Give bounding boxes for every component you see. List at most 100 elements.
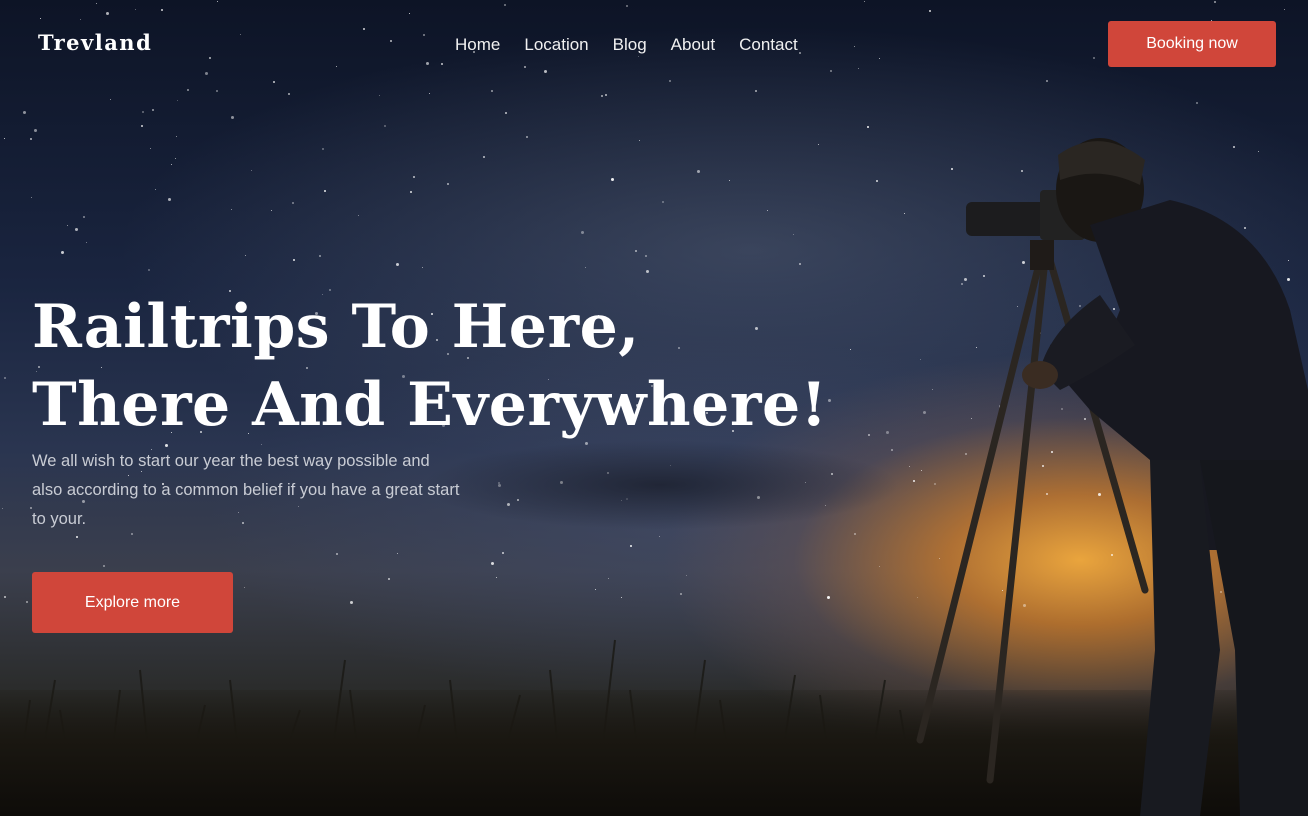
star <box>635 250 637 252</box>
star <box>413 176 415 178</box>
star <box>106 12 109 15</box>
star <box>148 269 150 271</box>
hero-headline-line1: Railtrips To Here, <box>32 292 640 362</box>
star <box>86 242 87 243</box>
star <box>216 90 218 92</box>
nav-item-home[interactable]: Home <box>455 35 500 55</box>
star <box>67 225 68 226</box>
star <box>1093 57 1095 59</box>
star <box>767 210 768 211</box>
star <box>886 431 889 434</box>
star <box>358 215 359 216</box>
star <box>271 210 272 211</box>
star <box>176 136 177 137</box>
star <box>1214 1 1216 3</box>
star <box>142 111 144 113</box>
star <box>175 158 176 159</box>
star <box>350 601 353 604</box>
star <box>76 536 78 538</box>
star <box>152 109 154 111</box>
star <box>585 267 586 268</box>
hero-description: We all wish to start our year the best w… <box>32 452 460 528</box>
star <box>867 126 869 128</box>
star <box>1284 9 1285 10</box>
star <box>363 28 365 30</box>
star <box>288 93 290 95</box>
star <box>209 57 211 59</box>
star <box>830 70 832 72</box>
main-nav: Home Location Blog About Contact <box>455 35 798 55</box>
booking-now-button[interactable]: Booking now <box>1108 21 1276 67</box>
star <box>854 533 856 535</box>
star <box>336 553 338 555</box>
star <box>793 234 794 235</box>
star <box>491 90 493 92</box>
star <box>40 18 41 19</box>
nav-item-contact[interactable]: Contact <box>739 35 798 55</box>
nav-item-about[interactable]: About <box>671 35 715 55</box>
star <box>293 259 295 261</box>
star <box>231 209 232 210</box>
star <box>384 125 386 127</box>
star <box>96 3 97 4</box>
star <box>491 562 494 565</box>
brand-logo[interactable]: Trevland <box>38 30 152 55</box>
star <box>645 255 647 257</box>
star <box>929 10 931 12</box>
star <box>441 63 443 65</box>
star <box>388 578 390 580</box>
star <box>626 5 628 7</box>
star <box>251 170 252 171</box>
star <box>336 66 337 67</box>
star <box>2 508 3 509</box>
star <box>799 52 801 54</box>
star <box>322 148 324 150</box>
star <box>261 444 262 445</box>
hero-headline-line2: There And Everywhere! <box>32 370 828 440</box>
cloud-band <box>420 440 900 530</box>
star <box>697 170 700 173</box>
star <box>83 216 85 218</box>
star <box>30 138 32 140</box>
star <box>686 575 687 576</box>
star <box>426 62 429 65</box>
star <box>409 13 410 14</box>
star <box>61 251 64 254</box>
star <box>659 536 660 537</box>
star <box>155 189 156 190</box>
star <box>397 553 398 554</box>
nav-item-blog[interactable]: Blog <box>613 35 647 55</box>
star <box>483 156 485 158</box>
star <box>1196 102 1198 104</box>
star <box>639 140 640 141</box>
star <box>544 70 547 73</box>
star <box>26 601 28 603</box>
star <box>502 552 504 554</box>
star <box>161 9 163 11</box>
star <box>799 263 801 265</box>
star <box>1046 80 1048 82</box>
hero-headline: Railtrips To Here, There And Everywhere! <box>32 288 852 444</box>
star <box>868 434 870 436</box>
star <box>4 596 6 598</box>
star <box>75 228 78 231</box>
star <box>662 201 664 203</box>
star <box>80 19 81 20</box>
star <box>524 66 526 68</box>
star <box>103 565 105 567</box>
nav-item-location[interactable]: Location <box>524 35 588 55</box>
star <box>669 80 671 82</box>
star <box>171 164 172 165</box>
photographer-silhouette <box>916 138 1308 816</box>
star <box>396 263 399 266</box>
star <box>879 58 880 59</box>
star <box>177 100 178 101</box>
star <box>876 180 878 182</box>
star <box>135 9 136 10</box>
star <box>630 545 632 547</box>
star <box>504 4 506 6</box>
star <box>595 589 596 590</box>
star <box>31 197 32 198</box>
explore-more-button[interactable]: Explore more <box>32 572 233 633</box>
star <box>858 68 859 69</box>
